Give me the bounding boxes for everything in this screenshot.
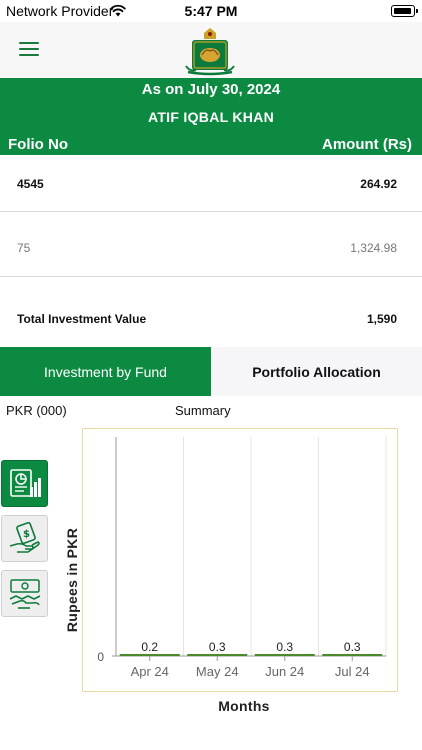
x-tick-label: Apr 24 (131, 664, 169, 679)
investment-chart: 0 0.2 Apr 24 0.3 May 24 0.3 Jun 24 0.3 Jul 24 (97, 437, 387, 679)
x-tick-label: Jun 24 (265, 664, 304, 679)
bar (187, 654, 248, 656)
bar-data-label: 0.3 (344, 640, 361, 654)
bar-data-label: 0.3 (209, 640, 226, 654)
bar (119, 654, 180, 656)
bar (322, 654, 383, 656)
bar-data-label: 0.3 (276, 640, 293, 654)
x-tick-label: May 24 (196, 664, 239, 679)
y-tick-label: 0 (97, 650, 104, 664)
x-tick-label: Jul 24 (335, 664, 370, 679)
bar (254, 654, 315, 656)
bar-data-label: 0.2 (141, 640, 158, 654)
